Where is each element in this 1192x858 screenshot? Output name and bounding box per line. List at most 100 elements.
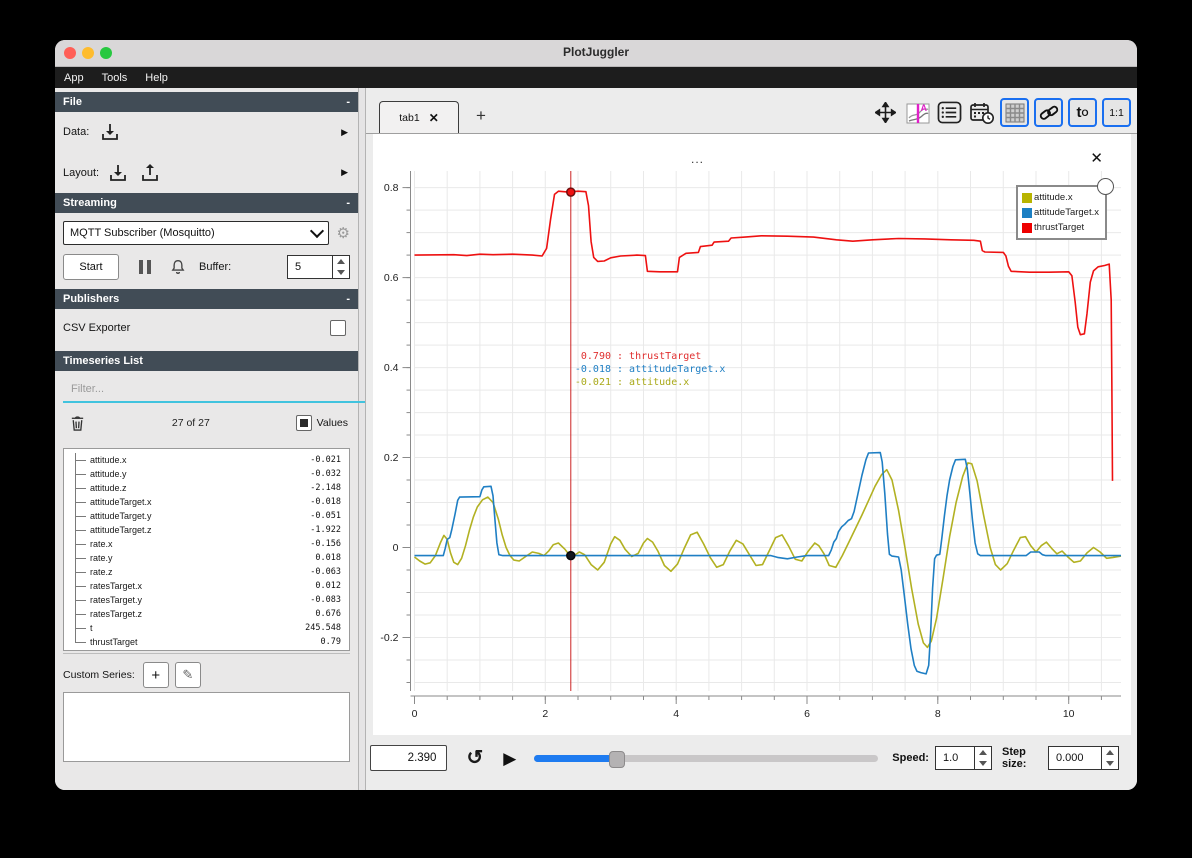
spin-down-icon[interactable] [1102, 758, 1118, 769]
timeseries-row[interactable]: ratesTarget.x 0.012 [64, 579, 349, 593]
data-row: Data: ▶ [55, 112, 358, 152]
speed-spinbox[interactable]: 1.0 [934, 746, 992, 770]
screen: PlotJuggler App Tools Help File - Data: … [0, 0, 1192, 858]
pan-arrows-icon[interactable] [872, 99, 899, 126]
tooltip-line: -0.021 : attitude.x [574, 377, 690, 388]
spin-down-icon[interactable] [333, 267, 349, 278]
svg-text:0: 0 [412, 708, 418, 720]
collapse-icon[interactable]: - [346, 293, 350, 305]
trash-icon[interactable] [69, 414, 86, 432]
time-slider[interactable] [534, 750, 879, 768]
loop-icon[interactable]: ↺ [460, 747, 489, 769]
tracker-tooltip: 0.790 : thrustTarget -0.018 : attitudeTar… [569, 350, 726, 389]
timeseries-row[interactable]: t 245.548 [64, 621, 349, 635]
svg-text:A: A [920, 103, 927, 113]
legend-swatch-icon [1022, 207, 1033, 218]
layout-expand-arrow[interactable]: ▶ [341, 167, 348, 178]
plot-panel: ... ✕ 0 2 4 6 8 10 -0.2 0 0.2 0.4 0.6 0.8 attitude.… [373, 134, 1131, 735]
streaming-settings-gear-icon[interactable]: ⚙ [337, 224, 350, 242]
load-data-icon[interactable] [99, 122, 121, 142]
timeseries-row[interactable]: rate.z -0.063 [64, 565, 349, 579]
spin-up-icon[interactable] [1102, 747, 1118, 758]
curve-list-icon[interactable] [936, 99, 963, 126]
svg-text:-0.2: -0.2 [380, 632, 398, 644]
svg-text:0: 0 [393, 542, 399, 554]
timeseries-row[interactable]: ratesTarget.y -0.083 [64, 593, 349, 607]
legend-entry[interactable]: thrustTarget [1022, 220, 1099, 235]
datetime-icon[interactable] [968, 99, 995, 126]
ratio-1-1-icon[interactable]: 1:1 [1102, 98, 1131, 127]
notifications-bell-icon[interactable] [169, 258, 187, 276]
filter-input[interactable] [63, 379, 366, 403]
step-size-spinbox[interactable]: 0.000 [1048, 746, 1119, 770]
streaming-source-select[interactable]: MQTT Subscriber (Mosquitto) [63, 221, 329, 245]
play-button[interactable]: ▶ [497, 749, 522, 768]
file-section-header[interactable]: File - [55, 92, 358, 112]
plot-legend[interactable]: attitude.x attitudeTarget.x thrustTarget [1016, 178, 1114, 240]
svg-text:0.6: 0.6 [384, 272, 399, 284]
time-offset-icon[interactable]: tO [1068, 98, 1097, 127]
tab-tab1[interactable]: tab1 ✕ [379, 101, 459, 133]
svg-text:4: 4 [673, 708, 679, 720]
legend-swatch-icon [1022, 192, 1033, 203]
plot-close-icon[interactable]: ✕ [1084, 148, 1109, 168]
add-tab-button[interactable]: + [470, 105, 492, 127]
buffer-spinbox[interactable]: 5 [287, 255, 350, 279]
timeseries-list[interactable]: attitude.x -0.021 attitude.y -0.032 attitude… [63, 448, 350, 651]
menu-help[interactable]: Help [136, 72, 177, 84]
csv-exporter-checkbox[interactable] [330, 320, 346, 336]
plot-title: ... [691, 152, 705, 166]
pause-icon[interactable] [139, 260, 151, 274]
zoom-autoscale-icon[interactable]: A [904, 99, 931, 126]
timeseries-row[interactable]: attitudeTarget.x -0.018 [64, 495, 349, 509]
save-layout-icon[interactable] [139, 163, 161, 183]
legend-entry[interactable]: attitudeTarget.x [1022, 205, 1099, 220]
timeseries-row[interactable]: attitudeTarget.y -0.051 [64, 509, 349, 523]
edit-custom-series-button[interactable]: ✎ [174, 662, 201, 688]
svg-text:0.8: 0.8 [384, 182, 399, 194]
tab-close-icon[interactable]: ✕ [429, 111, 439, 125]
tab-bar: tab1 ✕ + A t O 1:1 [366, 88, 1137, 134]
menu-app[interactable]: App [55, 72, 93, 84]
time-field[interactable]: 2.390 [370, 745, 448, 771]
load-layout-icon[interactable] [107, 163, 129, 183]
menu-tools[interactable]: Tools [93, 72, 137, 84]
svg-text:2: 2 [542, 708, 548, 720]
collapse-icon[interactable]: - [346, 197, 350, 209]
legend-entry[interactable]: attitude.x [1022, 190, 1099, 205]
values-label: Values [316, 417, 348, 429]
content-area: tab1 ✕ + A t O 1:1 ... ✕ 0 2 4 6 8 10 -0… [365, 88, 1137, 790]
start-button[interactable]: Start [63, 254, 119, 280]
menu-bar: App Tools Help [55, 67, 1137, 89]
title-bar[interactable]: PlotJuggler [55, 40, 1137, 67]
spin-up-icon[interactable] [333, 256, 349, 267]
timeseries-row[interactable]: rate.x -0.156 [64, 537, 349, 551]
spin-up-icon[interactable] [975, 747, 991, 758]
slider-handle[interactable] [609, 751, 626, 768]
timeseries-row[interactable]: attitude.z -2.148 [64, 481, 349, 495]
timeseries-row[interactable]: attitude.y -0.032 [64, 467, 349, 481]
legend-handle-icon[interactable] [1097, 178, 1114, 195]
timeseries-row[interactable]: rate.y 0.018 [64, 551, 349, 565]
custom-series-label: Custom Series: [63, 669, 135, 681]
link-axes-icon[interactable] [1034, 98, 1063, 127]
timeseries-section-header[interactable]: Timeseries List [55, 351, 358, 371]
timeseries-row[interactable]: attitudeTarget.z -1.922 [64, 523, 349, 537]
timeseries-row[interactable]: thrustTarget 0.79 [64, 635, 349, 649]
streaming-section-header[interactable]: Streaming - [55, 193, 358, 213]
collapse-icon[interactable]: - [346, 96, 350, 108]
custom-series-box[interactable] [63, 692, 350, 762]
svg-text:10: 10 [1063, 708, 1075, 720]
grid-layout-icon[interactable] [1000, 98, 1029, 127]
values-checkbox[interactable] [295, 415, 312, 431]
spin-down-icon[interactable] [975, 758, 991, 769]
timeseries-row[interactable]: attitude.x -0.021 [64, 453, 349, 467]
svg-text:6: 6 [804, 708, 810, 720]
publishers-section-header[interactable]: Publishers - [55, 289, 358, 309]
tooltip-line: 0.790 : thrustTarget [580, 351, 702, 362]
plotjuggler-window: PlotJuggler App Tools Help File - Data: … [55, 40, 1137, 790]
data-expand-arrow[interactable]: ▶ [341, 127, 348, 138]
tooltip-line: -0.018 : attitudeTarget.x [574, 364, 726, 375]
add-custom-series-button[interactable]: + [142, 662, 169, 688]
timeseries-row[interactable]: ratesTarget.z 0.676 [64, 607, 349, 621]
